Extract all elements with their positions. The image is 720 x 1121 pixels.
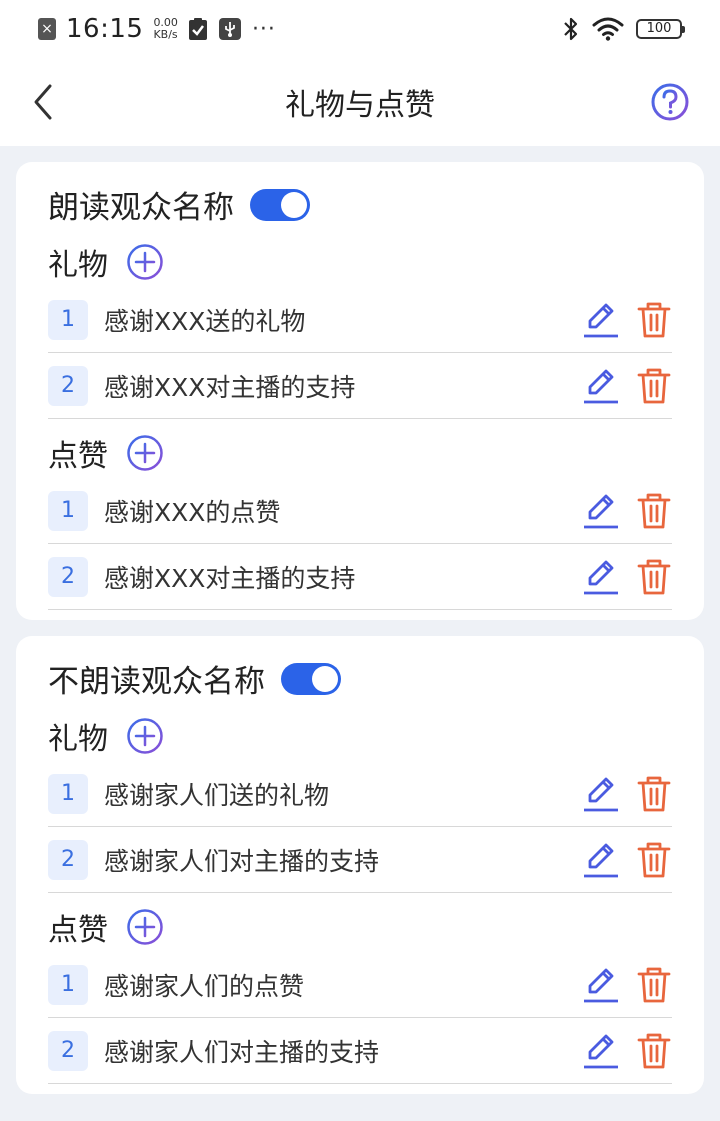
list-item: 2 感谢XXX对主播的支持 [48,544,672,610]
list-item: 2 感谢XXX对主播的支持 [48,353,672,419]
delete-icon[interactable] [636,300,672,340]
net-speed: 0.00 KB/s [153,17,178,41]
section-header: 朗读观众名称 [48,182,310,227]
add-like-icon[interactable] [126,908,164,946]
like-title: 点赞 [48,913,108,948]
gift-title: 礼物 [48,722,108,757]
item-text: 感谢XXX的点赞 [104,497,281,527]
edit-icon[interactable] [582,491,620,531]
item-text: 感谢XXX送的礼物 [104,306,306,336]
edit-icon[interactable] [582,840,620,880]
section-title: 不朗读观众名称 [48,664,265,700]
wifi-icon [592,17,624,41]
page-title: 礼物与点赞 [285,88,435,123]
list-item: 2 感谢家人们对主播的支持 [48,1018,672,1084]
section-title: 朗读观众名称 [48,190,234,226]
item-text: 感谢家人们对主播的支持 [104,846,380,876]
list-item: 1 感谢家人们的点赞 [48,952,672,1018]
toggle-knob [312,665,338,692]
like-subheader: 点赞 [48,431,164,475]
edit-icon[interactable] [582,1031,620,1071]
more-indicator-icon: ··· [251,16,276,42]
gift-title: 礼物 [48,248,108,283]
item-index: 1 [48,773,88,814]
section-header: 不朗读观众名称 [48,656,341,701]
edit-icon[interactable] [582,557,620,597]
list-item: 2 感谢家人们对主播的支持 [48,827,672,893]
item-text: 感谢XXX对主播的支持 [104,563,356,593]
bluetooth-icon [564,17,578,41]
delete-icon[interactable] [636,774,672,814]
clipboard-check-icon [188,18,207,40]
item-index: 1 [48,490,88,531]
help-icon[interactable] [650,82,690,122]
item-index: 1 [48,964,88,1005]
battery-indicator: 100 [636,19,685,39]
gift-subheader: 礼物 [48,240,164,284]
edit-icon[interactable] [582,965,620,1005]
item-index: 2 [48,556,88,597]
edit-icon[interactable] [582,366,620,406]
add-like-icon[interactable] [126,434,164,472]
delete-icon[interactable] [636,1031,672,1071]
back-icon[interactable] [26,80,66,124]
card-no-read-viewer-name: 不朗读观众名称 礼物 1 感谢家人们送的礼物 2 感谢家人们对主播的支持 点赞 … [16,636,704,1094]
delete-icon[interactable] [636,491,672,531]
card-read-viewer-name: 朗读观众名称 礼物 1 感谢XXX送的礼物 2 感谢XXX对主播的支持 点赞 1… [16,162,704,620]
like-title: 点赞 [48,439,108,474]
list-item: 1 感谢XXX的点赞 [48,478,672,544]
usb-icon [218,18,241,40]
delete-icon[interactable] [636,557,672,597]
list-item: 1 感谢家人们送的礼物 [48,761,672,827]
close-notification-icon: × [38,18,56,40]
toggle-knob [281,191,307,218]
edit-icon[interactable] [582,774,620,814]
item-index: 2 [48,365,88,406]
item-index: 2 [48,839,88,880]
no-read-viewer-name-toggle[interactable] [281,662,341,695]
item-text: 感谢XXX对主播的支持 [104,372,356,402]
delete-icon[interactable] [636,965,672,1005]
read-viewer-name-toggle[interactable] [250,188,310,221]
gift-subheader: 礼物 [48,714,164,758]
delete-icon[interactable] [636,840,672,880]
item-text: 感谢家人们的点赞 [104,971,305,1001]
delete-icon[interactable] [636,366,672,406]
app-header: 礼物与点赞 [0,58,720,146]
edit-icon[interactable] [582,300,620,340]
item-index: 2 [48,1030,88,1071]
net-speed-unit: KB/s [153,28,178,41]
item-text: 感谢家人们送的礼物 [104,780,330,810]
status-time: 16:15 [66,14,144,44]
like-subheader: 点赞 [48,905,164,949]
add-gift-icon[interactable] [126,243,164,281]
item-text: 感谢家人们对主播的支持 [104,1037,380,1067]
status-bar: × 16:15 0.00 KB/s ··· 100 [0,0,720,58]
add-gift-icon[interactable] [126,717,164,755]
list-item: 1 感谢XXX送的礼物 [48,287,672,353]
item-index: 1 [48,299,88,340]
